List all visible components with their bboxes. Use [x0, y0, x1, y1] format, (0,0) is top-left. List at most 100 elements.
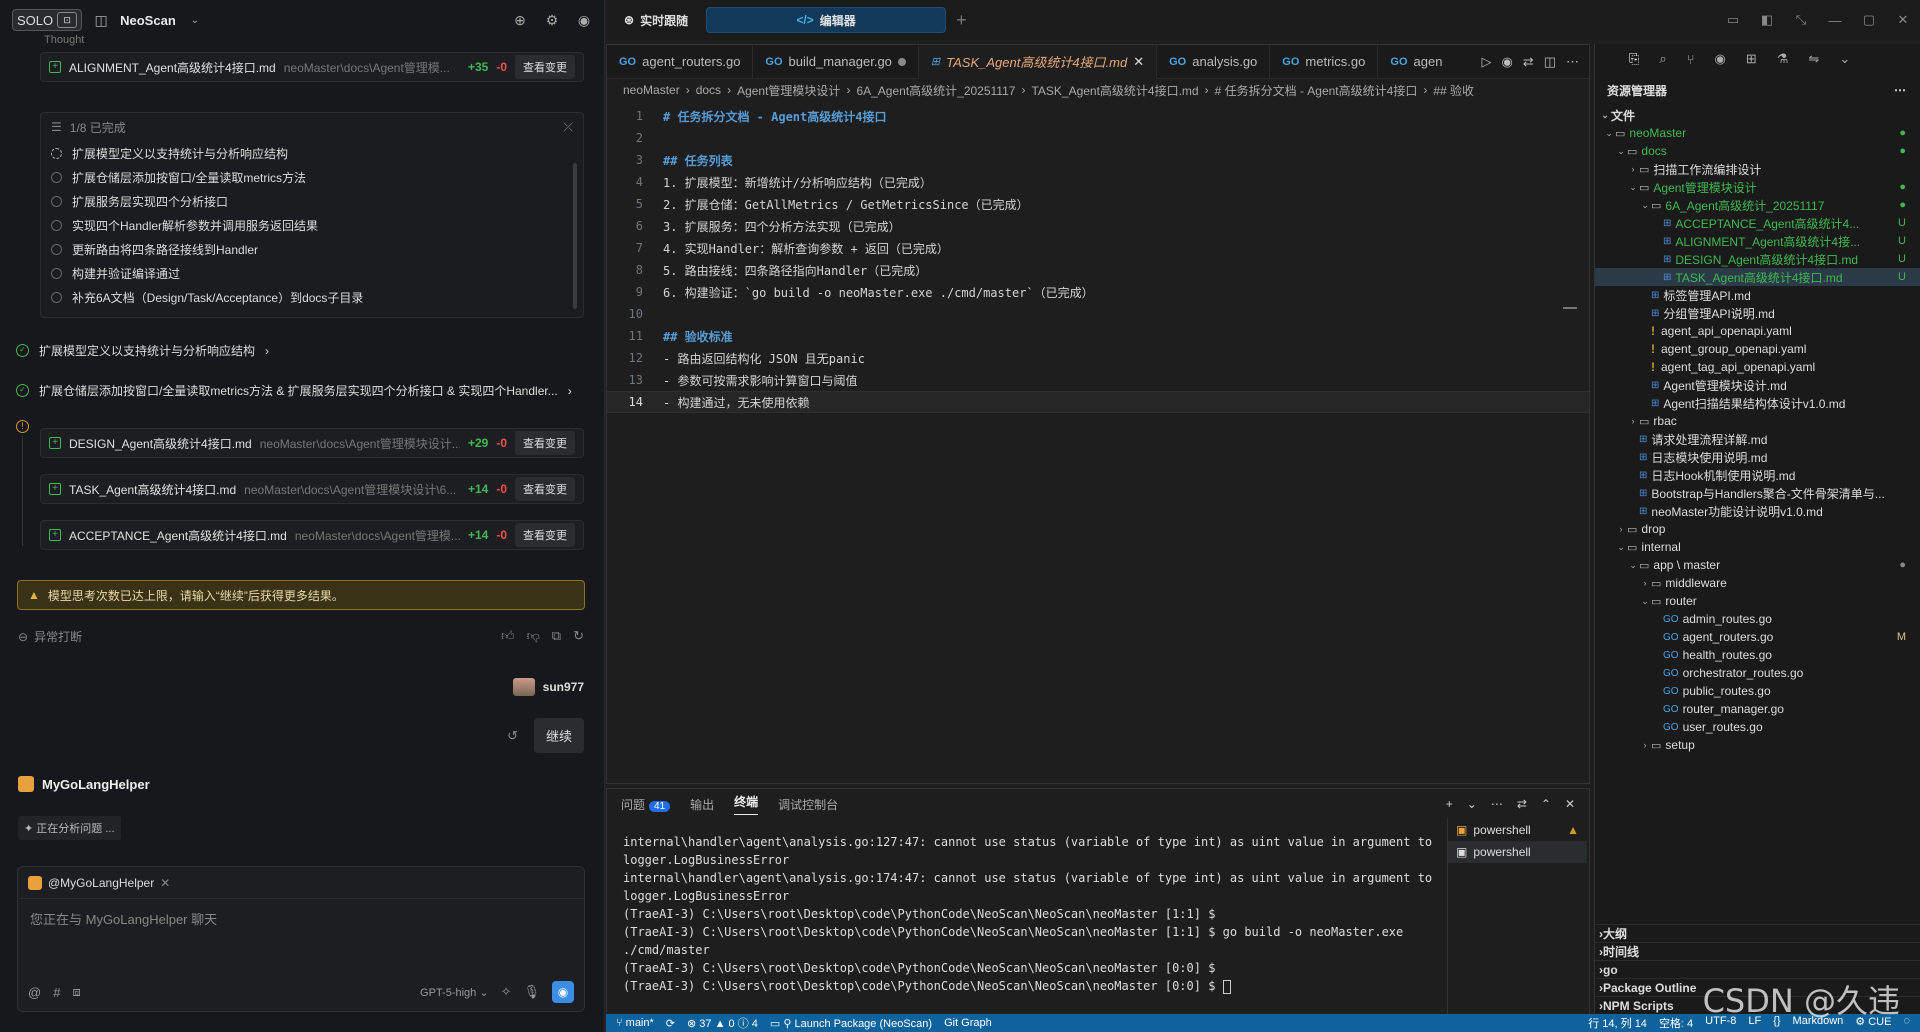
- tab-terminal[interactable]: 终端: [734, 793, 759, 815]
- close-icon[interactable]: ✕: [1886, 12, 1920, 28]
- code-line[interactable]: 13 - 参数可按需求影响计算窗口与阈值: [607, 369, 1589, 391]
- add-terminal-icon[interactable]: +: [1446, 797, 1453, 811]
- code-line[interactable]: 8 5. 路由接线：四条路径指向Handler（已完成）: [607, 259, 1589, 281]
- file-item[interactable]: GO router_manager.go: [1595, 700, 1920, 718]
- terminal-output[interactable]: internal\handler\agent\analysis.go:127:4…: [623, 833, 1433, 995]
- folder-item[interactable]: ⌄ ▭ neoMaster ●: [1595, 124, 1920, 142]
- minimize-icon[interactable]: —: [1818, 13, 1852, 28]
- file-item[interactable]: ⊞ 日志Hook机制使用说明.md: [1595, 466, 1920, 484]
- folder-item[interactable]: ⌄ ▭ internal: [1595, 538, 1920, 556]
- maximize-icon[interactable]: ▢: [1852, 12, 1886, 28]
- project-name[interactable]: NeoScan: [120, 13, 176, 28]
- thumbs-down-icon[interactable]: 👎︎: [527, 628, 540, 644]
- code-line[interactable]: 1 # 任务拆分文档 - Agent高级统计4接口: [607, 105, 1589, 127]
- editor-tab[interactable]: GO metrics.go: [1270, 44, 1379, 79]
- file-item[interactable]: ⊞ Bootstrap与Handlers聚合-文件骨架清单与...: [1595, 484, 1920, 502]
- tab-problems[interactable]: 问题 41: [621, 796, 671, 813]
- file-item[interactable]: GO health_routes.go: [1595, 646, 1920, 664]
- new-chat-icon[interactable]: ⊕: [511, 11, 529, 29]
- undo-icon[interactable]: ↺: [507, 728, 518, 744]
- preview-icon[interactable]: ◉: [1501, 54, 1512, 70]
- code-line[interactable]: 3 ## 任务列表: [607, 149, 1589, 171]
- file-item[interactable]: ! agent_tag_api_openapi.yaml: [1595, 358, 1920, 376]
- breadcrumb-item[interactable]: # 任务拆分文档 - Agent高级统计4接口: [1215, 82, 1418, 99]
- chevron-down-icon[interactable]: ⌄: [1467, 797, 1477, 811]
- file-item[interactable]: ⊞ TASK_Agent高级统计4接口.md U: [1595, 268, 1920, 286]
- completed-step[interactable]: ✓ 扩展模型定义以支持统计与分析响应结构 ›: [16, 342, 269, 359]
- sidebar-toggle-icon[interactable]: ◫: [92, 11, 110, 29]
- code-line[interactable]: 10: [607, 303, 1589, 325]
- section-outline[interactable]: › 大纲: [1595, 924, 1920, 942]
- terminal-instance[interactable]: ▣ powershell: [1448, 841, 1587, 863]
- thumbs-up-icon[interactable]: 👍︎: [501, 628, 515, 644]
- tab-output[interactable]: 输出: [690, 796, 714, 813]
- compare-icon[interactable]: ⇄: [1523, 54, 1534, 70]
- folder-item[interactable]: ⌄ ▭ router: [1595, 592, 1920, 610]
- indentation[interactable]: 空格: 4: [1659, 1015, 1693, 1031]
- code-line[interactable]: 9 6. 构建验证：`go build -o neoMaster.exe ./cm…: [607, 281, 1589, 303]
- section-timeline[interactable]: › 时间线: [1595, 942, 1920, 960]
- folder-item[interactable]: › ▭ rbac: [1595, 412, 1920, 430]
- file-item[interactable]: ⊞ ALIGNMENT_Agent高级统计4接... U: [1595, 232, 1920, 250]
- problems-summary[interactable]: ⊗ 37 ▲ 0 ⓘ 4: [687, 1015, 758, 1031]
- split-editor-icon[interactable]: ◫: [1544, 54, 1556, 70]
- layout-icon[interactable]: ▭: [1716, 12, 1750, 28]
- completed-step[interactable]: ✓ 扩展仓储层添加按窗口/全量读取metrics方法 & 扩展服务层实现四个分析接…: [16, 382, 572, 399]
- breadcrumb-item[interactable]: ## 验收: [1433, 82, 1474, 99]
- sync-icon[interactable]: ⟳: [666, 1017, 675, 1030]
- layout-icon[interactable]: ⇄: [1517, 797, 1527, 811]
- image-icon[interactable]: ⧈: [72, 984, 80, 1000]
- file-item[interactable]: ⊞ Agent扫描结果结构体设计v1.0.md: [1595, 394, 1920, 412]
- view-changes-button[interactable]: 查看变更: [515, 477, 575, 501]
- code-line[interactable]: 11 ## 验收标准: [607, 325, 1589, 347]
- code-line[interactable]: 5 2. 扩展仓储：GetAllMetrics / GetMetricsSince…: [607, 193, 1589, 215]
- chat-input[interactable]: 您正在与 MyGoLangHelper 聊天: [18, 899, 584, 938]
- breadcrumb-item[interactable]: TASK_Agent高级统计4接口.md: [1031, 82, 1198, 99]
- file-item[interactable]: ⊞ 分组管理API说明.md: [1595, 304, 1920, 322]
- file-item[interactable]: GO user_routes.go: [1595, 718, 1920, 736]
- breadcrumb-item[interactable]: Agent管理模块设计: [737, 82, 840, 99]
- chevron-down-icon[interactable]: ⌄: [1839, 51, 1850, 67]
- code-line[interactable]: 7 4. 实现Handler：解析查询参数 + 返回（已完成）: [607, 237, 1589, 259]
- folder-item[interactable]: ⌄ ▭ docs ●: [1595, 142, 1920, 160]
- file-item[interactable]: ! agent_group_openapi.yaml: [1595, 340, 1920, 358]
- at-icon[interactable]: @: [28, 985, 41, 1000]
- solo-toggle[interactable]: SOLO ⊡: [12, 9, 83, 31]
- file-item[interactable]: ! agent_api_openapi.yaml: [1595, 322, 1920, 340]
- collapse-icon[interactable]: ⤫: [563, 120, 573, 135]
- retry-icon[interactable]: ↻: [573, 628, 584, 644]
- file-item[interactable]: GO agent_routers.go M: [1595, 628, 1920, 646]
- test-icon[interactable]: ⚗: [1777, 51, 1789, 67]
- editor-tab[interactable]: GO agent_routers.go: [607, 44, 754, 79]
- remote-icon[interactable]: ⇋: [1808, 51, 1819, 67]
- chevron-down-icon[interactable]: ⌄: [186, 11, 204, 29]
- file-item[interactable]: ⊞ 标签管理API.md: [1595, 286, 1920, 304]
- folder-item[interactable]: › ▭ drop: [1595, 520, 1920, 538]
- file-item[interactable]: GO public_routes.go: [1595, 682, 1920, 700]
- tab-editor[interactable]: </> 编辑器: [706, 7, 947, 33]
- close-icon[interactable]: ✕: [1565, 797, 1575, 811]
- files-section[interactable]: ⌄ 文件: [1595, 106, 1920, 124]
- git-graph-item[interactable]: Git Graph: [944, 1017, 992, 1029]
- file-item[interactable]: ⊞ DESIGN_Agent高级统计4接口.md U: [1595, 250, 1920, 268]
- gear-icon[interactable]: ⚙: [543, 11, 561, 29]
- code-line[interactable]: 4 1. 扩展模型：新增统计/分析响应结构（已完成）: [607, 171, 1589, 193]
- folder-item[interactable]: › ▭ setup: [1595, 736, 1920, 754]
- launch-item[interactable]: ▭ ⚲ Launch Package (NeoScan): [770, 1017, 932, 1030]
- more-icon[interactable]: ⋯: [1566, 54, 1579, 70]
- send-button[interactable]: ◉: [552, 981, 574, 1003]
- editor-tab[interactable]: GO analysis.go: [1157, 44, 1271, 79]
- file-item[interactable]: ⊞ ACCEPTANCE_Agent高级统计4... U: [1595, 214, 1920, 232]
- code-line[interactable]: 2: [607, 127, 1589, 149]
- folder-item[interactable]: › ▭ 扫描工作流编排设计: [1595, 160, 1920, 178]
- folder-item[interactable]: ⌄ ▭ 6A_Agent高级统计_20251117 ●: [1595, 196, 1920, 214]
- folder-item[interactable]: › ▭ middleware: [1595, 574, 1920, 592]
- files-icon[interactable]: ⎘: [1629, 51, 1639, 67]
- run-icon[interactable]: ▷: [1481, 54, 1491, 70]
- editor-tab[interactable]: GO agen: [1378, 45, 1454, 79]
- code-line[interactable]: 14 - 构建通过，无未使用依赖: [607, 391, 1589, 413]
- breadcrumb-item[interactable]: docs: [696, 83, 721, 97]
- breadcrumb-item[interactable]: 6A_Agent高级统计_20251117: [856, 82, 1015, 99]
- copy-icon[interactable]: ⧉: [552, 628, 561, 644]
- tab-live-follow[interactable]: ⊛ 实时跟随: [616, 12, 696, 29]
